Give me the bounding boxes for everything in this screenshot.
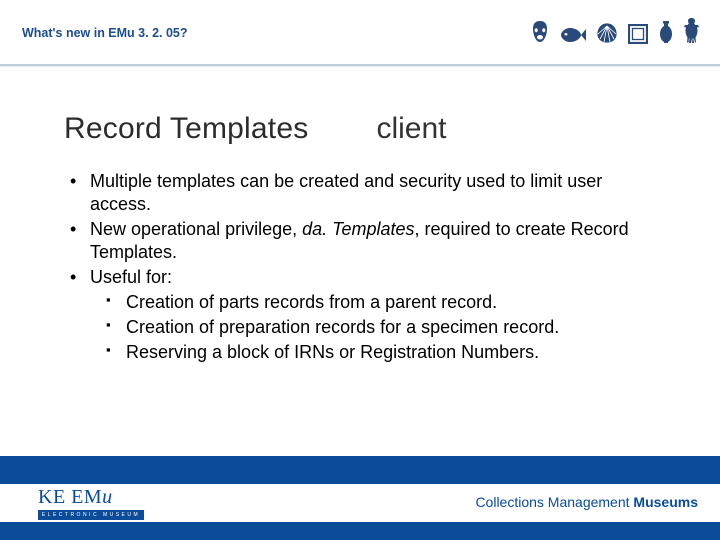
bullet-text: Creation of parts records from a parent … <box>126 292 497 312</box>
content-body: Multiple templates can be created and se… <box>64 170 660 366</box>
title-row: Record Templates client <box>64 112 446 146</box>
bullet-level2: Creation of parts records from a parent … <box>64 291 660 314</box>
vase-icon <box>658 20 674 44</box>
slide-title-sub: client <box>376 112 446 146</box>
fish-icon <box>560 26 586 44</box>
logo-text: KE EMu <box>38 486 113 509</box>
bullet-text: Useful for: <box>90 267 172 287</box>
bullet-text: Creation of preparation records for a sp… <box>126 317 559 337</box>
bullet-text-em: da. Templates <box>302 219 414 239</box>
bullet-level1: Useful for: <box>64 266 660 289</box>
header-icon-row <box>530 18 700 44</box>
footer-text-b: Museums <box>633 494 698 510</box>
footer-text-a: Collections Management <box>475 494 633 510</box>
shell-icon <box>596 22 618 44</box>
bullet-level2: Creation of preparation records for a sp… <box>64 316 660 339</box>
header: What's new in EMu 3. 2. 05? <box>0 0 720 66</box>
bullet-text-pre: New operational privilege, <box>90 219 302 239</box>
logo-text-a: KE <box>38 486 71 508</box>
header-rule-shadow <box>0 66 720 67</box>
slide: What's new in EMu 3. 2. 05? Record <box>0 0 720 540</box>
bullet-text: Multiple templates can be created and se… <box>90 171 602 214</box>
footer-text: Collections Management Museums <box>475 494 698 510</box>
mask-icon <box>530 20 550 44</box>
bullet-text: Reserving a block of IRNs or Registratio… <box>126 342 539 362</box>
logo-subtext-bar: ELECTRONIC MUSEUM <box>38 510 144 520</box>
logo-text-b: EM <box>71 486 102 508</box>
footer-bar: KE EMu ELECTRONIC MUSEUM Collections Man… <box>0 456 720 540</box>
bullet-level1: Multiple templates can be created and se… <box>64 170 660 216</box>
logo-text-c: u <box>102 486 113 508</box>
figure-icon <box>684 18 700 44</box>
logo: KE EMu ELECTRONIC MUSEUM <box>38 486 144 520</box>
frame-icon <box>628 24 648 44</box>
bullet-level1: New operational privilege, da. Templates… <box>64 218 660 264</box>
header-title: What's new in EMu 3. 2. 05? <box>22 26 188 40</box>
logo-subtext: ELECTRONIC MUSEUM <box>42 512 140 518</box>
bullet-level2: Reserving a block of IRNs or Registratio… <box>64 341 660 364</box>
slide-title-main: Record Templates <box>64 112 308 146</box>
